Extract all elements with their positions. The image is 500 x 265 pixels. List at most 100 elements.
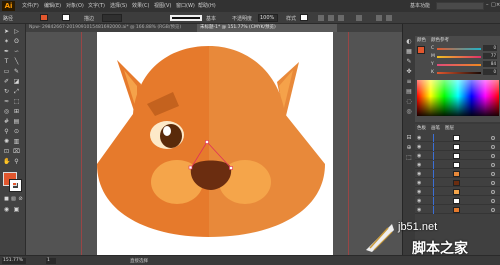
gradient-panel-icon[interactable]: ▤ — [405, 88, 413, 96]
pen-tool-icon[interactable]: ✒ — [3, 48, 10, 55]
align-right-icon[interactable] — [338, 15, 344, 21]
magic-wand-tool-icon[interactable]: ✶ — [3, 38, 10, 45]
isolate-icon[interactable] — [376, 15, 382, 21]
transform-panel-icon[interactable]: ⬚ — [405, 154, 413, 162]
blend-tool-icon[interactable]: ⊙ — [13, 128, 20, 135]
slider-m[interactable]: M 77 — [417, 53, 499, 60]
menu-file[interactable]: 文件(F) — [22, 2, 39, 9]
stroke-swatch[interactable] — [9, 179, 22, 192]
scale-tool-icon[interactable]: ⤢ — [13, 88, 20, 95]
layer-row[interactable]: ◉ — [415, 197, 500, 205]
brush-stroke-preview[interactable] — [170, 15, 202, 21]
warp-tool-icon[interactable]: ≈ — [3, 98, 10, 105]
mesh-tool-icon[interactable]: # — [3, 118, 10, 125]
appearance-panel-icon[interactable]: ◎ — [405, 108, 413, 116]
slider-k[interactable]: K 0 — [417, 69, 499, 76]
layer-row[interactable]: ◉ — [415, 161, 500, 169]
target-icon[interactable] — [491, 208, 495, 212]
slice-tool-icon[interactable]: ⌧ — [13, 148, 20, 155]
eyedropper-tool-icon[interactable]: ⚲ — [3, 128, 10, 135]
layer-row[interactable]: ◉ — [415, 143, 500, 151]
align-panel-icon[interactable]: ⊟ — [405, 134, 413, 142]
layer-row[interactable]: ◉ — [415, 179, 500, 187]
paintbrush-tool-icon[interactable]: ✎ — [13, 68, 20, 75]
selection-tool-icon[interactable]: ➤ — [3, 28, 10, 35]
visibility-eye-icon[interactable]: ◉ — [417, 135, 423, 141]
rectangle-tool-icon[interactable]: ▭ — [3, 68, 10, 75]
color-spectrum[interactable] — [417, 80, 499, 116]
layer-row[interactable]: ◉ — [415, 188, 500, 196]
shape-builder-tool-icon[interactable]: ◎ — [3, 108, 10, 115]
target-icon[interactable] — [491, 163, 495, 167]
fox-illustration[interactable] — [97, 32, 333, 255]
arrange-icon[interactable] — [386, 15, 392, 21]
visibility-eye-icon[interactable]: ◉ — [417, 171, 423, 177]
search-input[interactable] — [436, 2, 484, 10]
canvas-area[interactable] — [26, 32, 402, 255]
align-left-icon[interactable] — [318, 15, 324, 21]
slider-y[interactable]: Y 84 — [417, 61, 499, 68]
tab-color-guide[interactable]: 颜色参考 — [431, 37, 449, 43]
visibility-eye-icon[interactable]: ◉ — [417, 207, 423, 213]
tab-layers[interactable]: 图层 — [445, 125, 454, 131]
pencil-tool-icon[interactable]: ✐ — [3, 78, 10, 85]
fill-color-swatch[interactable] — [40, 14, 48, 21]
transform-icon[interactable] — [356, 15, 362, 21]
gradient-tool-icon[interactable]: ▤ — [13, 118, 20, 125]
color-panel-icon[interactable]: ◐ — [405, 38, 413, 46]
visibility-eye-icon[interactable]: ◉ — [417, 153, 423, 159]
lasso-tool-icon[interactable]: ʘ — [13, 38, 20, 45]
target-icon[interactable] — [491, 172, 495, 176]
artboard[interactable] — [97, 32, 333, 255]
target-icon[interactable] — [491, 145, 495, 149]
maximize-icon[interactable]: □ — [491, 2, 496, 8]
target-icon[interactable] — [491, 136, 495, 140]
free-transform-tool-icon[interactable]: ⬚ — [13, 98, 20, 105]
visibility-eye-icon[interactable]: ◉ — [417, 189, 423, 195]
perspective-grid-tool-icon[interactable]: ⊞ — [13, 108, 20, 115]
slider-c[interactable]: C 0 — [417, 45, 499, 52]
menu-select[interactable]: 选择(S) — [110, 2, 127, 9]
layer-row[interactable]: ◉ — [415, 170, 500, 178]
column-graph-tool-icon[interactable]: ▥ — [13, 138, 20, 145]
line-tool-icon[interactable]: ╲ — [13, 58, 20, 65]
screen-mode-icon[interactable]: ▣ — [13, 206, 20, 213]
draw-mode-icon[interactable]: ◉ — [3, 206, 10, 213]
symbol-sprayer-tool-icon[interactable]: ✺ — [3, 138, 10, 145]
type-tool-icon[interactable]: T — [3, 58, 10, 65]
pathfinder-panel-icon[interactable]: ⊕ — [405, 144, 413, 152]
visibility-eye-icon[interactable]: ◉ — [417, 144, 423, 150]
menu-effect[interactable]: 效果(C) — [132, 2, 149, 9]
eraser-tool-icon[interactable]: ◪ — [13, 78, 20, 85]
visibility-eye-icon[interactable]: ◉ — [417, 198, 423, 204]
tab-document-2[interactable]: 未标题-1* @ 151.77% (CMYK/预览) — [197, 24, 337, 32]
stroke-panel-icon[interactable]: ≡ — [405, 78, 413, 86]
none-mode-icon[interactable]: ⊘ — [17, 196, 24, 203]
target-icon[interactable] — [491, 181, 495, 185]
direct-selection-tool-icon[interactable]: ▷ — [13, 28, 20, 35]
align-center-icon[interactable] — [328, 15, 334, 21]
target-icon[interactable] — [491, 154, 495, 158]
menu-window[interactable]: 窗口(W) — [176, 2, 195, 9]
minimize-icon[interactable]: – — [486, 2, 490, 8]
curvature-tool-icon[interactable]: ∽ — [13, 48, 20, 55]
graphic-style-swatch[interactable] — [300, 14, 308, 21]
workspace-switcher[interactable]: 基本功能 — [410, 2, 430, 9]
hand-tool-icon[interactable]: ✋ — [3, 158, 10, 165]
menu-type[interactable]: 文字(T) — [88, 2, 105, 9]
layer-row[interactable]: ◉ — [415, 134, 500, 142]
target-icon[interactable] — [491, 190, 495, 194]
opacity-field[interactable]: 100% — [258, 14, 278, 22]
tab-brushes[interactable]: 画笔 — [431, 125, 440, 131]
brushes-panel-icon[interactable]: ✎ — [405, 58, 413, 66]
layer-row[interactable]: ◉ — [415, 152, 500, 160]
swatches-panel-icon[interactable]: ▦ — [405, 48, 413, 56]
visibility-eye-icon[interactable]: ◉ — [417, 180, 423, 186]
rotate-tool-icon[interactable]: ↻ — [3, 88, 10, 95]
target-icon[interactable] — [491, 199, 495, 203]
close-icon[interactable]: × — [496, 2, 500, 8]
stroke-color-swatch[interactable] — [62, 14, 70, 21]
gradient-mode-icon[interactable]: ▧ — [10, 196, 17, 203]
tab-color[interactable]: 颜色 — [417, 37, 426, 43]
visibility-eye-icon[interactable]: ◉ — [417, 162, 423, 168]
